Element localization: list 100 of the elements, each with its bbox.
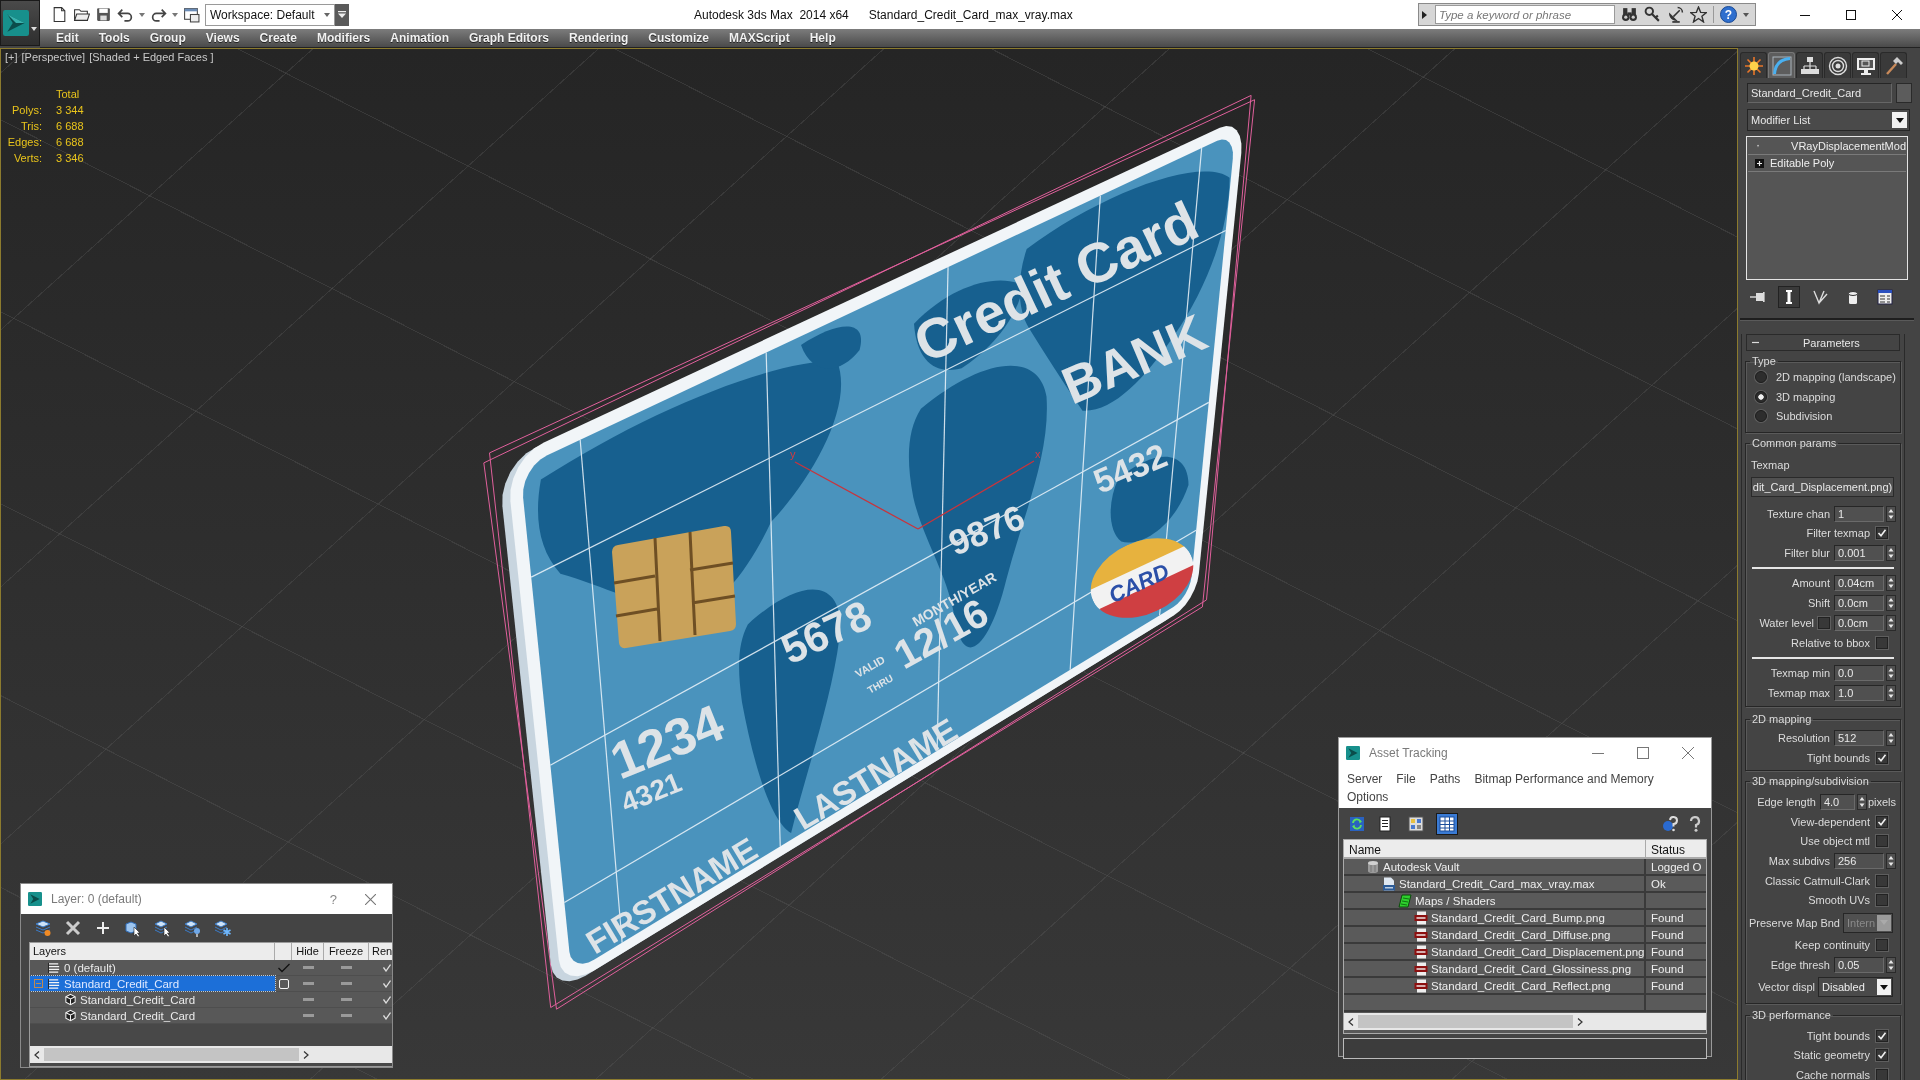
modifier-list-dropdown[interactable]: Modifier List [1747,109,1910,131]
radio-button[interactable] [1755,371,1767,384]
menu-item[interactable]: Customize [638,31,719,45]
help-icon[interactable] [1687,815,1703,832]
scrollbar-thumb[interactable] [44,1048,299,1061]
checkbox[interactable] [1876,835,1888,848]
caret-icon[interactable] [139,12,145,17]
panel-tab[interactable] [1880,52,1907,78]
radio-button[interactable] [1755,390,1767,403]
spinner-arrows-icon[interactable] [1886,545,1896,561]
spinner-arrows-icon[interactable] [1886,664,1896,681]
menu-item[interactable]: Server [1347,770,1383,788]
checkbox[interactable] [1876,1029,1888,1042]
stack-tool-button[interactable] [1778,286,1800,308]
spinner-arrows-icon[interactable] [1856,794,1867,810]
spinner-arrows-icon[interactable] [1886,730,1896,746]
asset-tree-item[interactable]: Standard_Credit_Card_Diffuse.png [1344,927,1646,942]
asset-tree-item[interactable]: Standard_Credit_Card_max_vray.max [1344,876,1646,891]
dash-icon[interactable] [302,1014,314,1017]
spinner-arrows-icon[interactable] [1886,853,1896,869]
spinner-field[interactable]: 512 [1834,730,1884,746]
object-name-field[interactable]: Standard_Credit_Card [1747,83,1892,103]
menu-item[interactable]: Create [249,31,307,45]
scroll-left-icon[interactable] [34,1050,40,1059]
menu-item[interactable]: Graph Editors [458,31,559,45]
spinner-arrows-icon[interactable] [1886,615,1896,631]
dash-icon[interactable] [302,998,314,1001]
panel-tab[interactable] [1796,52,1823,78]
spinner-field[interactable]: 256 [1834,853,1884,869]
help-globe-icon[interactable] [1662,815,1678,832]
menu-item[interactable]: Tools [88,31,140,45]
view-mode-button[interactable] [1436,812,1458,835]
dash-icon[interactable] [302,982,314,985]
caret-icon[interactable] [1743,12,1749,17]
check-icon[interactable] [277,962,290,973]
texmap-button[interactable]: dit_Card_Displacement.png) [1751,476,1894,497]
dropdown[interactable]: Disabled [1818,977,1893,997]
menu-item[interactable]: Bitmap Performance and Memory [1474,770,1654,788]
menu-item[interactable]: Rendering [559,31,639,45]
rollout-header[interactable]: Parameters [1746,334,1900,351]
plus-box-icon[interactable] [1755,158,1764,168]
menu-item[interactable]: Edit [46,31,89,45]
layer-stack-snowflake-icon[interactable] [214,919,232,937]
binoculars-icon[interactable] [1621,6,1638,23]
panel-tab[interactable] [1852,52,1879,78]
workspace-dropdown[interactable]: Workspace: Default [205,3,335,26]
satellite-dish-icon[interactable] [1667,6,1684,23]
spinner-field[interactable]: 1.0 [1834,684,1884,701]
key-icon[interactable] [1644,6,1661,23]
menu-item[interactable]: File [1396,770,1416,788]
asset-tree-item[interactable]: Standard_Credit_Card_Bump.png [1344,910,1646,925]
toolbar-menu-button[interactable] [335,3,349,26]
scroll-left-icon[interactable] [1348,1017,1354,1026]
menu-item[interactable]: Views [195,31,250,45]
asset-tree-item[interactable]: Standard_Credit_Card_Reflect.png [1344,978,1646,993]
undo-icon[interactable] [117,6,134,23]
horizontal-scrollbar[interactable] [30,1046,392,1063]
menu-item[interactable]: Help [799,31,846,45]
modifier-stack-item[interactable]: Editable Poly [1748,155,1906,172]
save-icon[interactable] [95,6,112,23]
layer-tree-item[interactable]: Standard_Credit_Card [30,976,275,991]
checkbox[interactable] [1876,815,1888,828]
refresh-icon[interactable] [1349,815,1365,832]
menu-item[interactable]: Modifiers [306,31,381,45]
asset-tree-item[interactable]: Standard_Credit_Card_Glossiness.png [1344,961,1646,976]
search-field[interactable]: Type a keyword or phrase [1435,5,1615,24]
new-file-icon[interactable] [51,6,68,23]
menu-item[interactable]: MAXScript [719,31,800,45]
stack-tool-button[interactable] [1874,286,1896,308]
checkbox[interactable] [1876,874,1888,887]
application-menu-button[interactable] [0,0,40,46]
close-icon[interactable] [1892,9,1902,20]
asset-tree-item[interactable]: Standard_Credit_Card_Displacement.png [1344,944,1646,959]
redo-icon[interactable] [150,6,167,23]
open-folder-icon[interactable] [73,6,90,23]
cross-icon[interactable] [64,919,82,937]
menu-item[interactable]: Group [139,31,196,45]
spinner-arrows-icon[interactable] [1886,956,1896,973]
spinner-field[interactable]: 0.0 [1834,664,1884,681]
scroll-right-icon[interactable] [303,1050,309,1059]
spinner-field[interactable]: 0.04cm [1834,575,1884,591]
help-button[interactable]: ? [329,891,337,907]
spinner-field[interactable]: 1 [1834,505,1884,522]
spinner-field[interactable]: 0.0cm [1834,615,1884,631]
checkbox[interactable] [1876,1049,1888,1062]
column-header[interactable]: Name [1344,840,1646,857]
spinner-arrows-icon[interactable] [1886,575,1896,591]
checkbox[interactable] [1876,751,1888,764]
layer-stack-star-icon[interactable] [34,919,52,937]
spinner-field[interactable]: 0.05 [1834,956,1884,973]
asset-tree-item[interactable]: Maps / Shaders [1344,893,1646,908]
checkbox[interactable] [1876,636,1888,649]
menu-item[interactable]: Paths [1429,770,1461,788]
spinner-arrows-icon[interactable] [1886,595,1896,611]
scrollbar-thumb[interactable] [1358,1015,1573,1028]
menu-item[interactable]: Animation [380,31,459,45]
plus-icon[interactable] [94,919,112,937]
dash-icon[interactable] [302,966,314,969]
spinner-arrows-icon[interactable] [1886,505,1896,522]
viewport-menu-label[interactable]: [Perspective] [21,51,86,63]
